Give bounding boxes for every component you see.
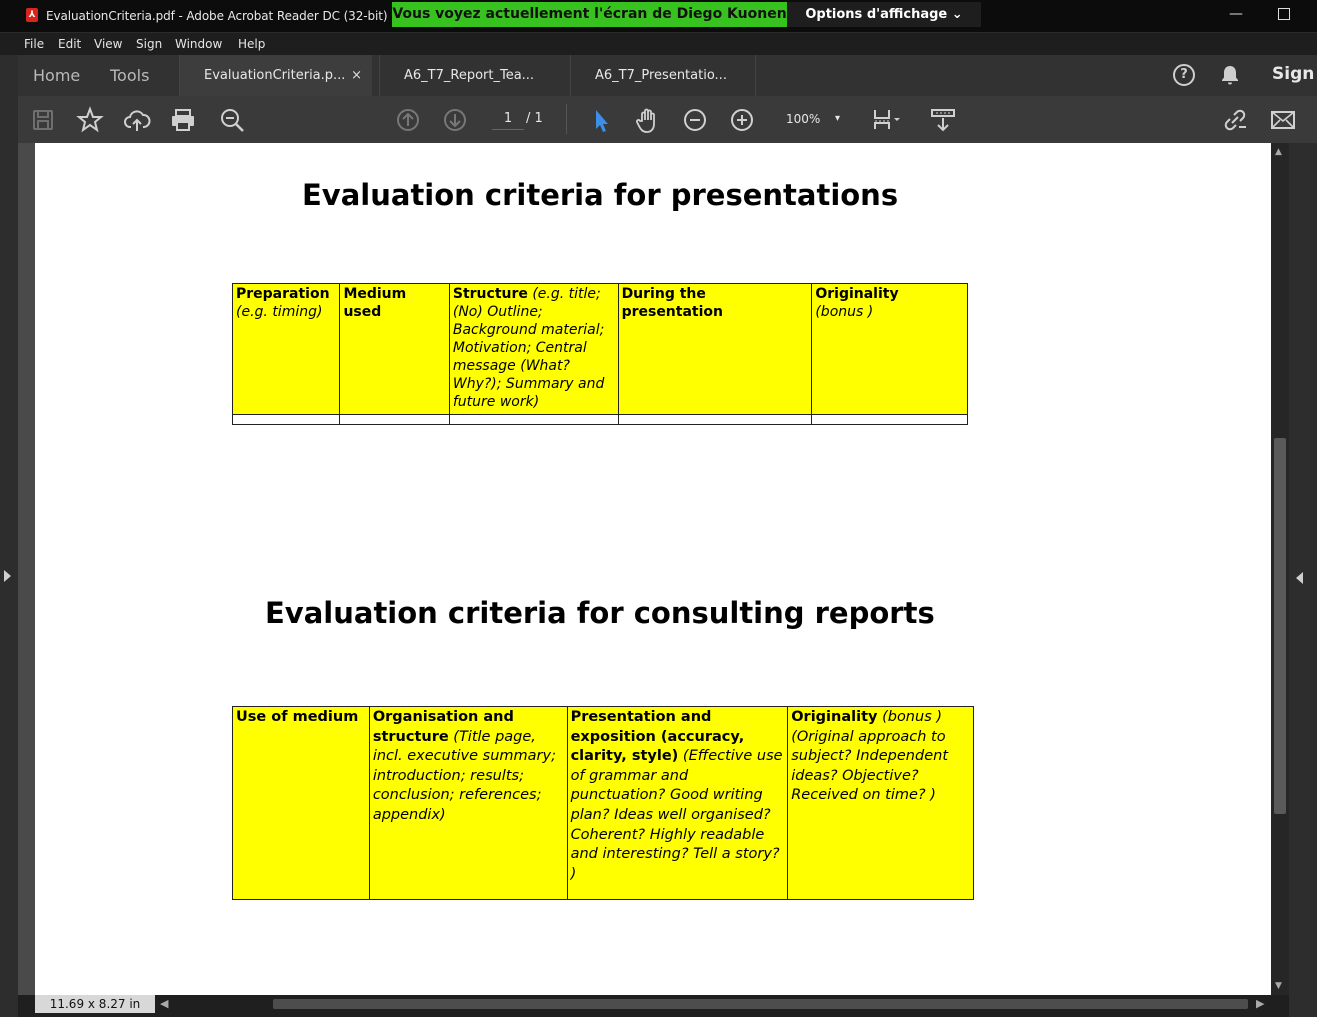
previous-page-icon[interactable] (393, 105, 423, 135)
tab-label: A6_T7_Presentatio... (595, 68, 727, 83)
table-cell: Structure (e.g. title; (No) Outline; Bac… (448, 283, 619, 415)
zoom-out-icon[interactable] (680, 105, 710, 135)
page-size-label: 11.69 x 8.27 in (35, 995, 155, 1013)
menu-help[interactable]: Help (238, 37, 265, 51)
table-cell: Medium used (339, 283, 450, 415)
tab-document-evaluationcriteria[interactable]: EvaluationCriteria.p... × (179, 55, 372, 96)
consulting-reports-title: Evaluation criteria for consulting repor… (265, 596, 935, 630)
table-cell: Preparation (e.g. timing) (231, 283, 341, 415)
tab-home[interactable]: Home (33, 66, 80, 85)
display-options-button[interactable]: Options d'affichage ⌄ (787, 2, 981, 27)
table-row (231, 414, 968, 425)
sign-in-link[interactable]: Sign (1272, 64, 1314, 84)
horizontal-scroll-thumb[interactable] (273, 999, 1248, 1009)
tab-label: EvaluationCriteria.p... (204, 68, 346, 83)
table-row: Preparation (e.g. timing) Medium used Str… (231, 283, 968, 415)
tab-document-report[interactable]: A6_T7_Report_Tea... (379, 55, 565, 96)
page-fit-icon[interactable] (870, 105, 900, 135)
table-cell: Presentation and exposition (accuracy, c… (566, 706, 789, 900)
scroll-up-icon[interactable]: ▲ (1275, 147, 1282, 157)
tab-document-presentation[interactable]: A6_T7_Presentatio... (570, 55, 756, 96)
table-cell (811, 414, 968, 425)
window-title: EvaluationCriteria.pdf - Adobe Acrobat R… (46, 9, 388, 23)
scroll-right-icon[interactable]: ▶ (1256, 997, 1264, 1010)
zoom-level-value: 100% (786, 112, 821, 126)
table-cell (231, 414, 341, 425)
zoom-in-icon[interactable] (727, 105, 757, 135)
next-page-icon[interactable] (440, 105, 470, 135)
acrobat-app-icon: ⅄ (26, 8, 38, 22)
menu-edit[interactable]: Edit (58, 37, 81, 51)
left-panel-strip (0, 55, 18, 1017)
maximize-button[interactable] (1278, 8, 1290, 20)
menu-bar: File Edit View Sign Window Help (0, 33, 1317, 55)
screen-share-banner: Vous voyez actuellement l'écran de Diego… (392, 2, 787, 27)
table-cell (339, 414, 450, 425)
title-bar: ⅄ EvaluationCriteria.pdf - Adobe Acrobat… (0, 0, 1317, 32)
table-cell: Use of medium (232, 706, 370, 900)
table-cell (617, 414, 813, 425)
tab-tools[interactable]: Tools (110, 66, 149, 85)
table-row: Use of medium Organisation and structure… (232, 706, 974, 900)
help-icon[interactable]: ? (1173, 64, 1195, 86)
presentations-title: Evaluation criteria for presentations (302, 178, 899, 212)
minimize-button[interactable]: — (1226, 6, 1246, 26)
page-number-input[interactable]: 1 (492, 108, 524, 130)
table-cell: Originality (bonus ) (811, 283, 968, 415)
expand-right-panel-icon[interactable] (1296, 572, 1303, 584)
chevron-down-icon: ▾ (834, 113, 840, 124)
zoom-level-select[interactable]: 100% ▾ (776, 108, 846, 130)
tab-label: A6_T7_Report_Tea... (404, 68, 535, 83)
expand-left-panel-icon[interactable] (4, 570, 11, 582)
notifications-bell-icon[interactable] (1220, 64, 1240, 86)
menu-window[interactable]: Window (175, 37, 222, 51)
toolbar: 1 / 1 100% ▾ (18, 96, 1317, 143)
presentation-criteria-table: Preparation (e.g. timing) Medium used Str… (231, 283, 968, 425)
menu-file[interactable]: File (24, 37, 44, 51)
bookmark-star-icon[interactable] (75, 105, 105, 135)
status-bar: 11.69 x 8.27 in ◀ ▶ (18, 995, 1289, 1017)
acrobat-window: ⅄ EvaluationCriteria.pdf - Adobe Acrobat… (0, 0, 1317, 1017)
scroll-mode-icon[interactable] (928, 105, 958, 135)
cloud-upload-icon[interactable] (122, 105, 152, 135)
page-total: / 1 (526, 111, 543, 126)
table-cell: During the presentation (617, 283, 813, 415)
vertical-scroll-thumb[interactable] (1274, 438, 1286, 814)
vertical-scrollbar[interactable]: ▲ ▼ (1271, 143, 1289, 995)
print-icon[interactable] (168, 105, 198, 135)
pdf-page: Evaluation criteria for presentations ✛ … (35, 143, 1271, 995)
toolbar-divider (566, 104, 567, 134)
right-panel-strip (1289, 143, 1317, 1017)
menu-view[interactable]: View (94, 37, 122, 51)
email-icon[interactable] (1268, 105, 1298, 135)
scroll-left-icon[interactable]: ◀ (160, 997, 168, 1010)
hand-tool-icon[interactable] (633, 105, 663, 135)
document-viewport[interactable]: Evaluation criteria for presentations ✛ … (18, 143, 1271, 995)
table-cell (448, 414, 619, 425)
close-tab-icon[interactable]: × (351, 55, 362, 96)
search-zoom-icon[interactable] (217, 105, 247, 135)
scroll-down-icon[interactable]: ▼ (1275, 981, 1282, 991)
table-cell: Originality (bonus ) (Original approach … (787, 706, 974, 900)
report-criteria-table: Use of medium Organisation and structure… (232, 706, 974, 900)
menu-sign[interactable]: Sign (136, 37, 162, 51)
table-cell: Organisation and structure (Title page, … (368, 706, 568, 900)
tab-bar: Home Tools EvaluationCriteria.p... × A6_… (18, 55, 1317, 96)
share-link-icon[interactable] (1220, 105, 1250, 135)
save-icon[interactable] (28, 105, 58, 135)
select-cursor-icon[interactable] (586, 105, 616, 135)
